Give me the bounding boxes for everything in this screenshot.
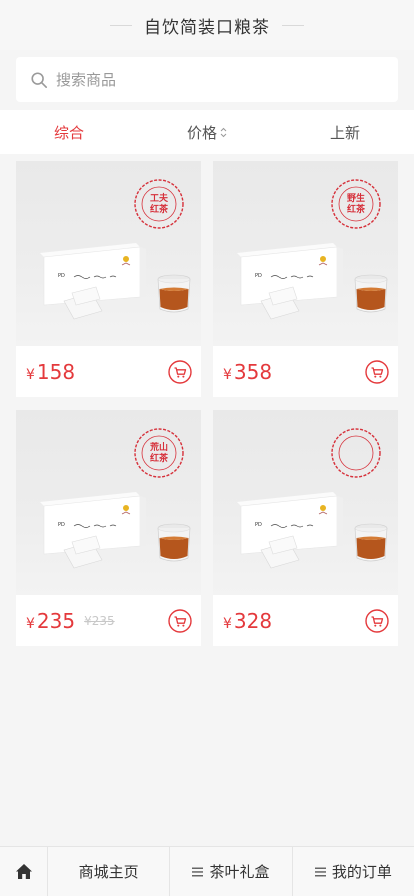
bottom-navigation: 商城主页 茶叶礼盒 我的订单: [0, 846, 414, 896]
seal-label-line1: 野生: [347, 192, 365, 204]
price-value: 358: [233, 359, 273, 384]
product-photo-illustration: PD: [237, 428, 388, 569]
nav-my-orders-label: 我的订单: [331, 863, 392, 881]
sort-comprehensive-label: 综合: [53, 123, 84, 142]
nav-mall-home-label: 商城主页: [78, 863, 139, 881]
top-header: 自饮简装口粮茶: [0, 0, 414, 50]
price-row: ¥ 235 ¥235: [16, 595, 201, 646]
product-price: ¥ 158: [26, 360, 75, 384]
search-input[interactable]: [56, 70, 356, 89]
cart-icon[interactable]: [168, 608, 192, 633]
currency-symbol: ¥: [26, 615, 35, 632]
search-box[interactable]: [16, 57, 398, 102]
sort-newest-label: 上新: [329, 123, 360, 142]
seal-label-line2: 红茶: [347, 203, 366, 215]
page-title: 自饮简装口粮茶: [144, 17, 270, 38]
price-row: ¥ 158: [16, 346, 201, 397]
currency-symbol: ¥: [26, 366, 35, 383]
price-value: 328: [233, 608, 273, 633]
product-photo-illustration: PD 工夫 红茶: [40, 179, 191, 320]
price-row: ¥ 328: [213, 595, 398, 646]
title-divider-right: [282, 24, 304, 26]
menu-icon: [192, 867, 204, 876]
product-image[interactable]: PD: [213, 410, 398, 595]
svg-text:PD: PD: [58, 522, 65, 528]
product-price: ¥ 235: [26, 609, 75, 633]
price-value: 235: [36, 608, 76, 633]
search-icon: [31, 71, 48, 88]
seal-label-line1: 工夫: [150, 192, 169, 204]
nav-tea-gift-box-label: 茶叶礼盒: [209, 863, 270, 881]
title-divider-left: [110, 24, 132, 26]
cart-icon[interactable]: [168, 359, 192, 384]
svg-text:PD: PD: [255, 522, 262, 528]
svg-text:PD: PD: [255, 273, 262, 279]
nav-tea-gift-box[interactable]: 茶叶礼盒: [170, 847, 293, 896]
sort-newest[interactable]: 上新: [276, 122, 414, 143]
price-row: ¥ 358: [213, 346, 398, 397]
product-card[interactable]: PD 工夫 红茶 ¥ 158: [16, 161, 201, 397]
sort-price[interactable]: 价格: [138, 122, 276, 143]
sort-bar: 综合 价格 上新: [0, 110, 414, 154]
sort-price-label: 价格: [186, 123, 217, 142]
product-card[interactable]: PD 野生 红茶 ¥ 358: [213, 161, 398, 397]
product-photo-illustration: PD 野生 红茶: [237, 179, 388, 320]
search-bar-container: [0, 50, 414, 110]
currency-symbol: ¥: [223, 366, 232, 383]
product-card[interactable]: PD 荒山 红茶 ¥ 235 ¥235: [16, 410, 201, 646]
menu-icon: [314, 867, 326, 876]
product-image[interactable]: PD 工夫 红茶: [16, 161, 201, 346]
nav-my-orders[interactable]: 我的订单: [293, 847, 414, 896]
product-price: ¥ 358: [223, 360, 272, 384]
product-image[interactable]: PD 荒山 红茶: [16, 410, 201, 595]
price-value: 158: [36, 359, 76, 384]
seal-label-line2: 红茶: [150, 203, 169, 215]
home-button[interactable]: [0, 847, 48, 896]
product-card[interactable]: PD ¥ 328: [213, 410, 398, 646]
product-image[interactable]: PD 野生 红茶: [213, 161, 398, 346]
currency-symbol: ¥: [223, 615, 232, 632]
product-price: ¥ 328: [223, 609, 272, 633]
original-price: ¥235: [84, 613, 115, 628]
sort-caret-icon: [220, 127, 227, 138]
product-grid: PD 工夫 红茶 ¥ 158 PD 野生 红茶 ¥ 358 PD 荒山 红茶 ¥…: [0, 154, 414, 646]
seal-label-line2: 红茶: [150, 452, 169, 464]
seal-label-line1: 荒山: [149, 441, 168, 453]
svg-text:PD: PD: [58, 273, 65, 279]
sort-comprehensive[interactable]: 综合: [0, 122, 138, 143]
cart-icon[interactable]: [365, 359, 389, 384]
product-photo-illustration: PD 荒山 红茶: [40, 428, 191, 569]
home-icon: [15, 864, 32, 879]
nav-mall-home[interactable]: 商城主页: [48, 847, 171, 896]
cart-icon[interactable]: [365, 608, 389, 633]
